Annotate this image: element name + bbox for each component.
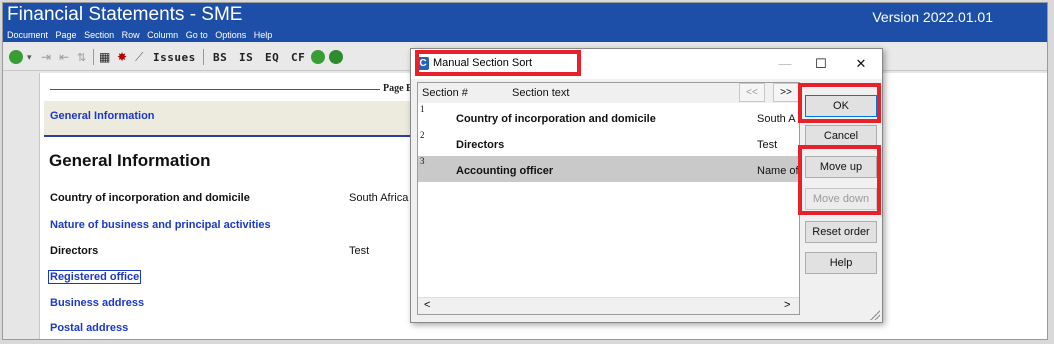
menu-goto[interactable]: Go to: [186, 30, 208, 40]
menu-document[interactable]: Document: [7, 30, 48, 40]
indent-icon[interactable]: ⇥: [41, 49, 51, 65]
horizontal-scrollbar[interactable]: < >: [418, 297, 799, 314]
menu-row[interactable]: Row: [122, 30, 140, 40]
title-bar: Financial Statements - SME Version 2022.…: [3, 3, 1047, 29]
wand-icon[interactable]: ⟋: [135, 49, 143, 65]
menu-column[interactable]: Column: [147, 30, 178, 40]
maximize-icon[interactable]: ☐: [803, 51, 839, 77]
app-window: Financial Statements - SME Version 2022.…: [2, 2, 1048, 340]
page-heading: General Information: [49, 151, 211, 170]
help-button[interactable]: Help: [805, 252, 877, 274]
prev-page-button[interactable]: <<: [739, 83, 765, 102]
row-value: Name of: [757, 165, 799, 177]
add-icon[interactable]: [9, 49, 23, 65]
scroll-right-icon[interactable]: >: [784, 299, 790, 311]
scroll-left-icon[interactable]: <: [424, 299, 430, 311]
menu-section[interactable]: Section: [84, 30, 114, 40]
cf-button[interactable]: CF: [291, 49, 305, 65]
grid-header: Section # Section text << >>: [418, 83, 799, 103]
bug-icon[interactable]: ✸: [117, 49, 127, 65]
section-grid[interactable]: Section # Section text << >> 1 Country o…: [417, 82, 800, 315]
outdent-icon[interactable]: ⇤: [59, 49, 69, 65]
row-number: 2: [420, 130, 425, 140]
highlight-ok-button: [798, 83, 881, 123]
is-button[interactable]: IS: [239, 49, 253, 65]
doc-row-label[interactable]: Nature of business and principal activit…: [50, 219, 271, 231]
column-header-section-num[interactable]: Section #: [422, 87, 468, 99]
doc-row-label[interactable]: Registered office: [48, 270, 142, 284]
grid-icon[interactable]: ▦: [99, 49, 110, 65]
close-icon[interactable]: ✕: [843, 51, 879, 77]
app-version: Version 2022.01.01: [872, 9, 993, 25]
menu-options[interactable]: Options: [215, 30, 246, 40]
column-header-section-text[interactable]: Section text: [512, 87, 569, 99]
minimize-icon[interactable]: —: [767, 51, 803, 77]
page-label: Page B: [383, 83, 413, 94]
doc-row-label[interactable]: Postal address: [50, 322, 128, 334]
refresh-icon[interactable]: [311, 49, 325, 65]
doc-row-label[interactable]: Business address: [50, 297, 144, 309]
section-band-label: General Information: [50, 110, 155, 122]
page-divider: [50, 89, 380, 90]
issues-button[interactable]: Issues: [153, 49, 196, 65]
menu-bar: Document Page Section Row Column Go to O…: [3, 29, 1047, 42]
grid-row-selected[interactable]: 3 Accounting officer Name of: [418, 156, 799, 182]
app-title: Financial Statements - SME: [7, 4, 243, 25]
toolbar-divider: [93, 49, 94, 65]
row-value: Test: [757, 139, 778, 151]
doc-row-label[interactable]: Country of incorporation and domicile: [50, 192, 250, 204]
settings-gear-icon[interactable]: [329, 49, 343, 65]
next-page-button[interactable]: >>: [773, 83, 799, 102]
highlight-dialog-title: [415, 50, 581, 76]
doc-row-label[interactable]: Directors: [50, 245, 98, 257]
highlight-move-buttons: [798, 145, 881, 215]
dropdown-arrow-icon[interactable]: ▾: [27, 49, 32, 65]
row-section-text: Country of incorporation and domicile: [456, 113, 656, 125]
reset-order-button[interactable]: Reset order: [805, 221, 877, 243]
row-number: 3: [420, 156, 425, 166]
cancel-button[interactable]: Cancel: [805, 125, 877, 147]
doc-row-value[interactable]: South Africa: [349, 192, 408, 204]
eq-button[interactable]: EQ: [265, 49, 279, 65]
grid-row[interactable]: 1 Country of incorporation and domicile …: [418, 104, 799, 130]
section-band[interactable]: General Information: [44, 101, 424, 137]
doc-row-value[interactable]: Test: [349, 245, 369, 257]
resize-grip-icon[interactable]: [870, 310, 880, 320]
row-section-text: Directors: [456, 139, 505, 151]
bs-button[interactable]: BS: [213, 49, 227, 65]
row-number: 1: [420, 104, 425, 114]
toolbar-divider: [203, 49, 204, 65]
row-section-text: Accounting officer: [456, 165, 554, 177]
grid-row[interactable]: 2 Directors Test: [418, 130, 799, 156]
sort-icon[interactable]: ⇅: [77, 49, 86, 65]
row-value: South A: [757, 113, 796, 125]
menu-page[interactable]: Page: [56, 30, 77, 40]
menu-help[interactable]: Help: [254, 30, 273, 40]
